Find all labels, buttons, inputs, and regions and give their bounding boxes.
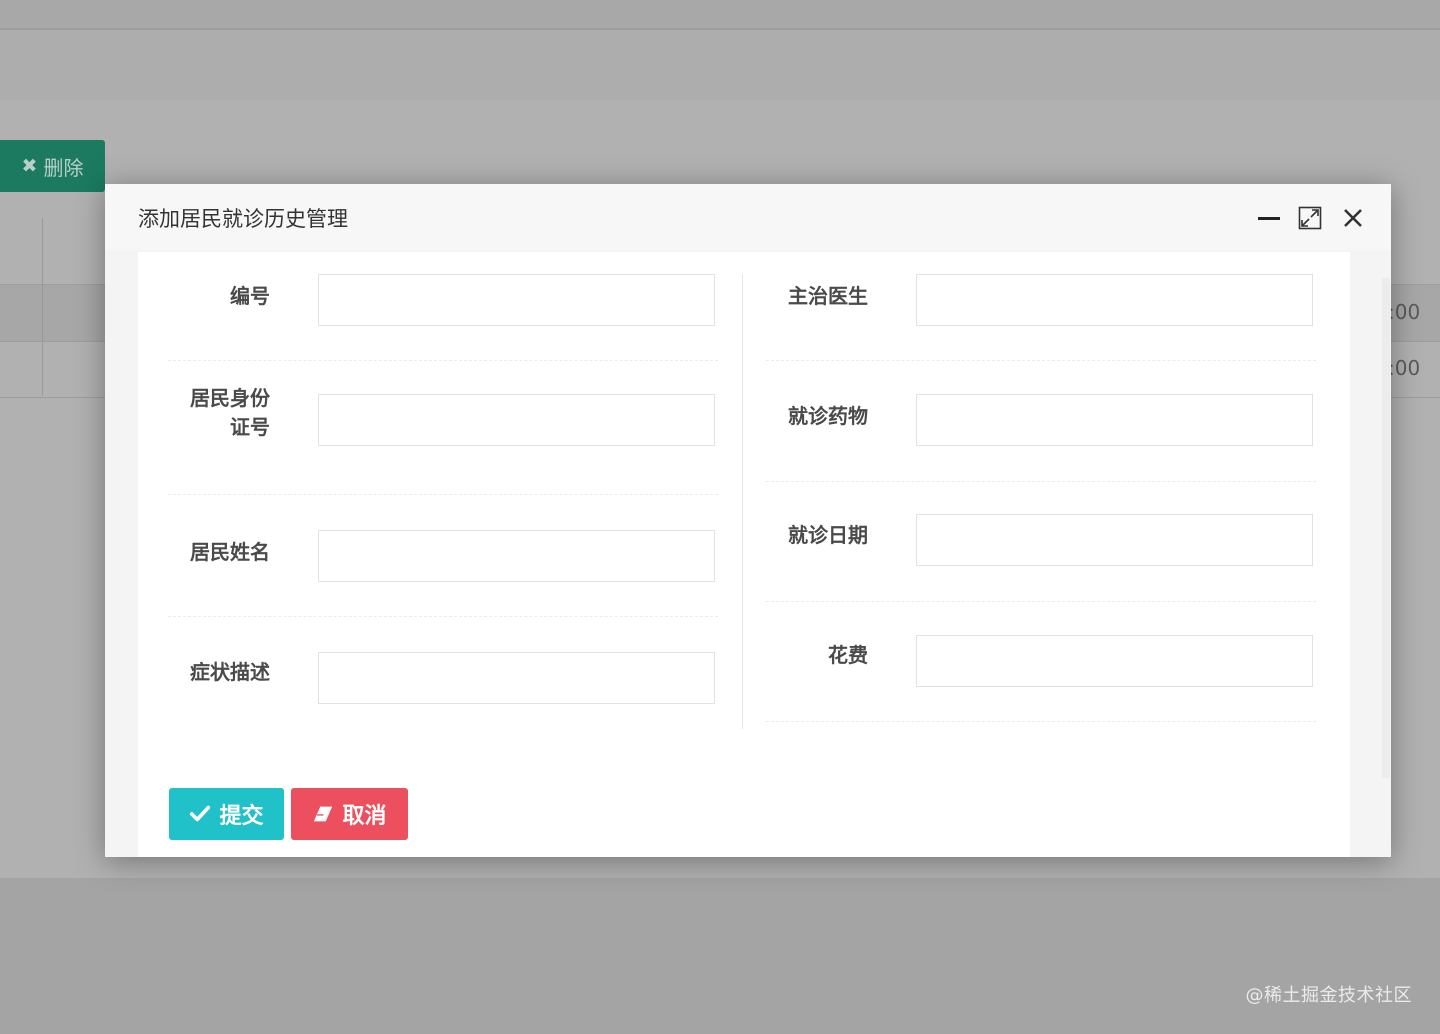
form-row-medicine: 就诊药物 xyxy=(766,360,1316,482)
resident-id-number-field[interactable] xyxy=(318,394,715,446)
field-label: 就诊日期 xyxy=(788,523,868,547)
symptom-description-field[interactable] xyxy=(318,652,715,704)
field-label: 编号 xyxy=(230,284,270,308)
form-row-doctor: 主治医生 xyxy=(766,252,1316,361)
dialog-scrollbar[interactable] xyxy=(1382,278,1390,778)
field-label: 症状描述 xyxy=(190,660,270,684)
field-label: 就诊药物 xyxy=(788,404,868,428)
submit-button-label: 提交 xyxy=(219,804,264,829)
form-row-cost: 花费 xyxy=(766,601,1316,722)
field-label-line: 居民身份 xyxy=(190,386,270,410)
cancel-button[interactable]: 取消 xyxy=(291,788,408,840)
dialog-header: 添加居民就诊历史管理 xyxy=(105,184,1391,250)
close-icon[interactable] xyxy=(1341,206,1365,230)
cost-field[interactable] xyxy=(916,635,1313,687)
form-row-resident-name: 居民姓名 xyxy=(168,494,718,617)
eraser-icon xyxy=(314,806,333,822)
dialog-title: 添加居民就诊历史管理 xyxy=(138,207,348,231)
submit-button[interactable]: 提交 xyxy=(169,788,284,840)
visit-date-field[interactable] xyxy=(916,514,1313,566)
background-footer-area xyxy=(0,878,1440,1034)
cancel-button-label: 取消 xyxy=(342,804,387,829)
add-visit-history-dialog: 添加居民就诊历史管理 编号 居民身份 证号 居民姓名 症状描述 主治医生 就诊药… xyxy=(105,184,1391,857)
delete-button-label: 删除 xyxy=(43,155,84,180)
background-top-bar xyxy=(0,0,1440,30)
watermark: @稀土掘金技术社区 xyxy=(1245,985,1412,1006)
form-row-symptoms: 症状描述 xyxy=(168,616,718,726)
field-label: 花费 xyxy=(828,643,868,667)
attending-doctor-field[interactable] xyxy=(916,274,1313,326)
background-column-divider xyxy=(42,218,43,396)
delete-button[interactable]: ✖ 删除 xyxy=(0,140,105,192)
id-field[interactable] xyxy=(318,274,715,326)
field-label: 主治医生 xyxy=(788,284,868,308)
medicine-field[interactable] xyxy=(916,394,1313,446)
minimize-icon[interactable] xyxy=(1257,206,1281,230)
check-icon xyxy=(190,805,211,822)
maximize-icon[interactable] xyxy=(1298,206,1322,230)
form-row-id: 编号 xyxy=(168,252,718,361)
form-row-resident-id-number: 居民身份 证号 xyxy=(168,360,718,495)
column-divider xyxy=(742,274,743,729)
background-time-cell: :00 xyxy=(1388,356,1421,380)
background-time-cell: :00 xyxy=(1388,300,1421,324)
field-label-line: 证号 xyxy=(230,415,270,439)
field-label: 居民身份 证号 xyxy=(168,384,270,442)
form-row-visit-date: 就诊日期 xyxy=(766,481,1316,602)
resident-name-field[interactable] xyxy=(318,530,715,582)
field-label: 居民姓名 xyxy=(190,540,270,564)
background-toolbar xyxy=(0,30,1440,101)
close-x-icon: ✖ xyxy=(21,155,38,177)
dialog-body: 编号 居民身份 证号 居民姓名 症状描述 主治医生 就诊药物 就诊日期 花费 xyxy=(138,252,1350,857)
